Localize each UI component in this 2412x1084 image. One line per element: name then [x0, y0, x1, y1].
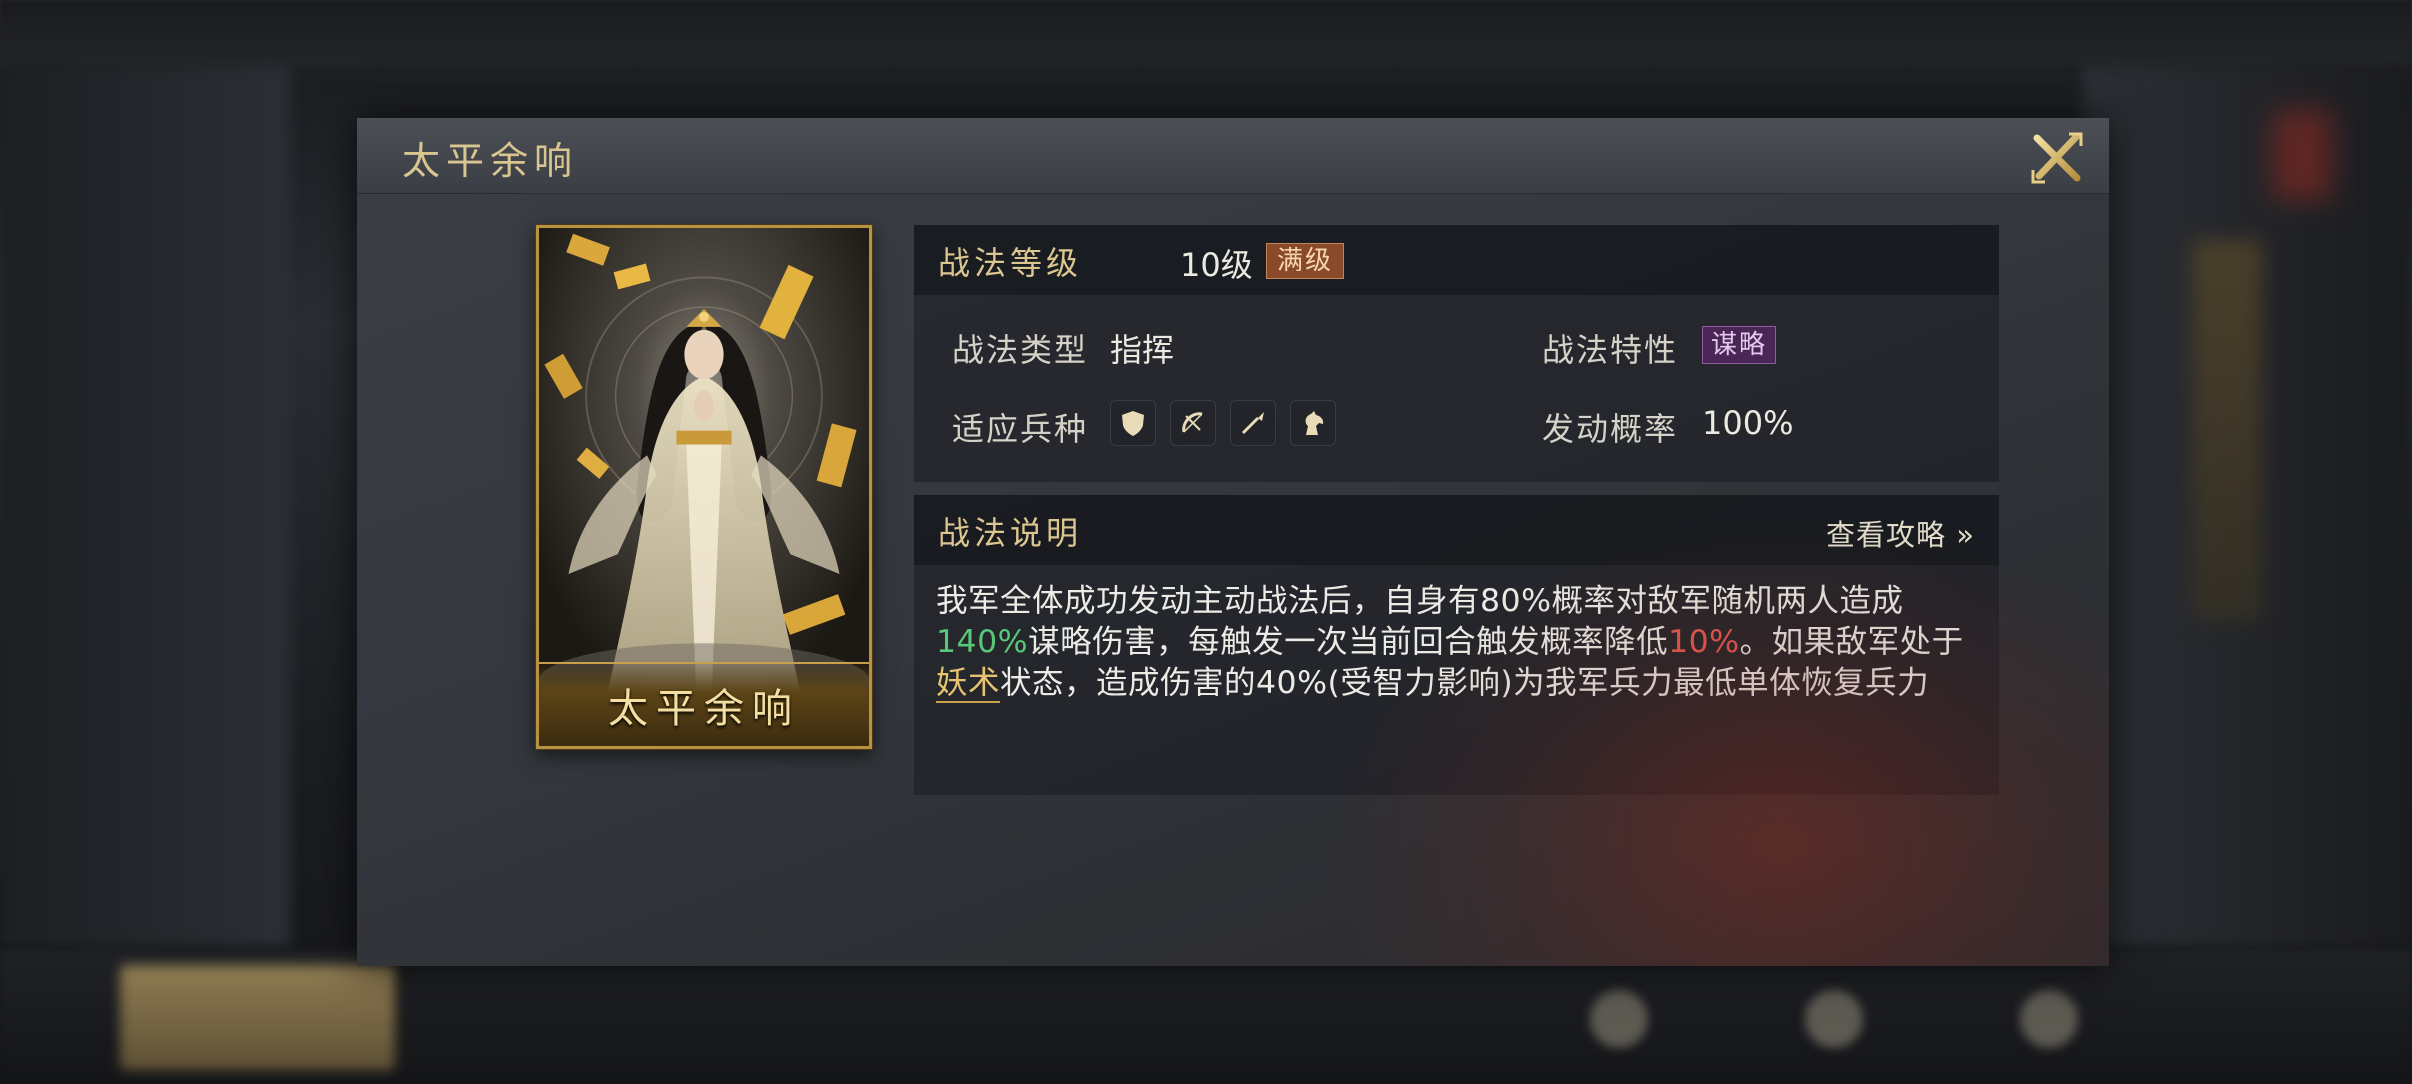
backdrop-round-icon: [1590, 990, 1648, 1048]
horse-icon: [1290, 400, 1336, 446]
dialog-title-bar: 太平余响: [357, 118, 2109, 194]
description-segment: 谋略伤害，每触发一次当前回合触发概率降低: [1028, 624, 1669, 660]
close-icon: [2031, 132, 2083, 184]
backdrop-bottom-gold-button: [120, 965, 395, 1070]
level-value: 10级: [1180, 246, 1253, 284]
trait-label: 战法特性: [1542, 331, 1679, 369]
description-header: 战法说明 查看攻略 »: [914, 495, 1999, 565]
max-level-badge: 满级: [1266, 243, 1345, 279]
backdrop-round-icon: [2020, 990, 2078, 1048]
damage-ratio-highlight: 140%: [936, 624, 1029, 660]
description-segment: 我军全体成功发动主动战法后，自身有80%概率对敌军随机两人造成: [936, 583, 1904, 619]
level-header: 战法等级 10级 满级: [914, 225, 1999, 295]
type-label: 战法类型: [952, 331, 1089, 369]
status-term-link[interactable]: 妖术: [936, 665, 1001, 703]
close-button[interactable]: [2025, 126, 2089, 190]
chance-reduction-highlight: 10%: [1668, 624, 1740, 660]
type-value: 指挥: [1110, 331, 1175, 369]
dialog-title: 太平余响: [402, 139, 579, 183]
troop-icons: [1110, 400, 1336, 446]
trait-badge: 谋略: [1702, 326, 1777, 364]
description-segment: 状态，造成伤害的40%(受智力影响)为我军兵力最低单体恢复兵力: [1000, 665, 1930, 701]
backdrop-red-glow: [2272, 110, 2332, 200]
view-guide-link[interactable]: 查看攻略 »: [1826, 512, 1975, 554]
level-label: 战法等级: [938, 244, 1083, 282]
description-text: 我军全体成功发动主动战法后，自身有80%概率对敌军随机两人造成 140%谋略伤害，…: [936, 581, 1981, 704]
backdrop-top-bar: [0, 0, 2412, 66]
description-title: 战法说明: [938, 514, 1083, 552]
backdrop-left-panel: [0, 66, 290, 946]
tactic-detail-dialog: 太平余响 太平余响 战法等级 10级 满级 战法类型 指挥 战法特性 谋略 适应…: [357, 118, 2109, 966]
rate-value: 100%: [1702, 404, 1794, 442]
card-name: 太平余响: [608, 686, 800, 732]
troops-label: 适应兵种: [952, 410, 1089, 448]
spear-icon: [1230, 400, 1276, 446]
shield-icon: [1110, 400, 1156, 446]
tactic-card: 太平余响: [536, 225, 872, 749]
rate-label: 发动概率: [1542, 410, 1679, 448]
tactic-description-panel: 战法说明 查看攻略 » 我军全体成功发动主动战法后，自身有80%概率对敌军随机两…: [914, 495, 1999, 795]
card-name-plate: 太平余响: [539, 662, 869, 746]
backdrop-round-icon: [1805, 990, 1863, 1048]
backdrop-right-card: [2192, 240, 2262, 620]
description-segment: 。如果敌军处于: [1739, 624, 1964, 660]
bow-icon: [1170, 400, 1216, 446]
tactic-attributes-panel: 战法等级 10级 满级 战法类型 指挥 战法特性 谋略 适应兵种 发动概率 10…: [914, 225, 1999, 482]
